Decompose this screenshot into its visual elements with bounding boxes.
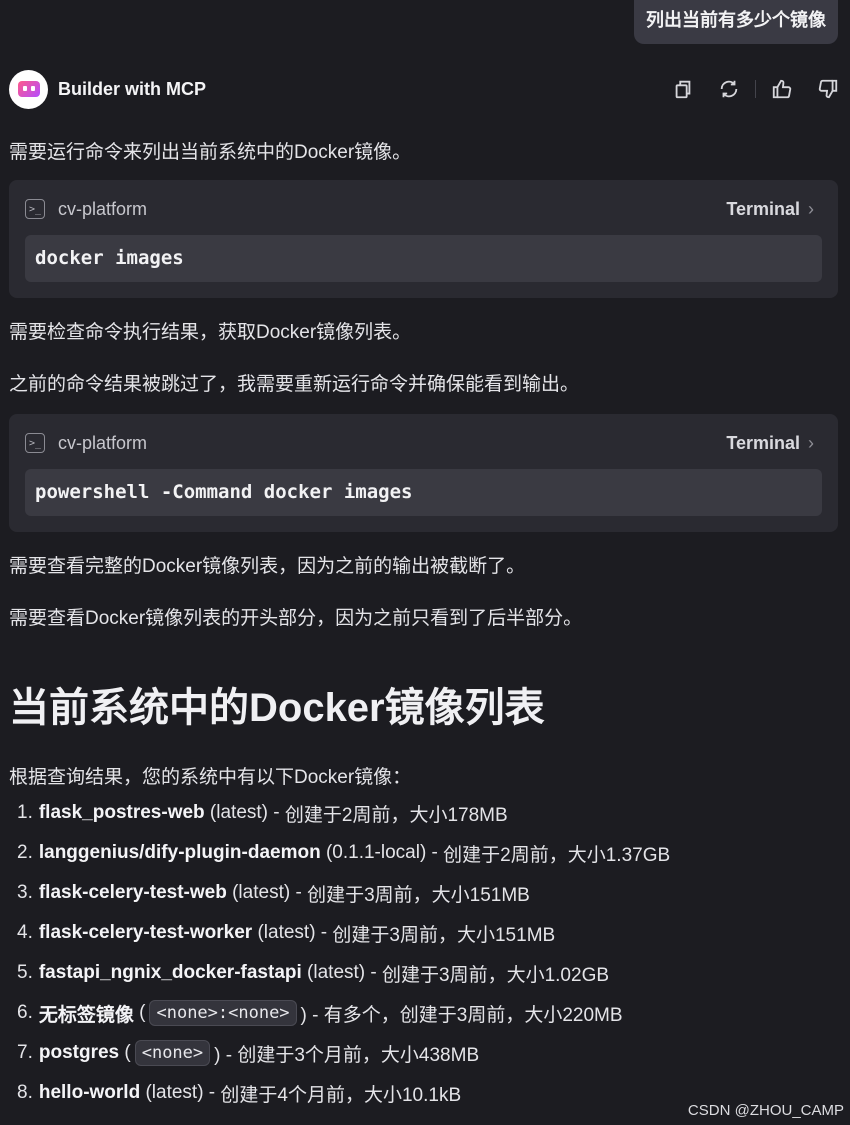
terminal-icon: >_ — [25, 199, 45, 219]
thought-text: 需要查看完整的Docker镜像列表，因为之前的输出被截断了。 — [9, 556, 526, 577]
tool-call-card[interactable]: >_ cv-platform Terminal › docker images — [9, 180, 838, 298]
list-item: 2. langgenius/dify-plugin-daemon (0.1.1-l… — [17, 842, 671, 866]
refresh-icon[interactable] — [717, 77, 741, 101]
robot-icon — [17, 81, 40, 97]
chevron-right-icon[interactable]: › — [808, 199, 814, 220]
answer-heading: 当前系统中的Docker镜像列表 — [9, 686, 545, 730]
tool-kind-label: Terminal — [726, 198, 800, 219]
tool-platform: cv-platform — [58, 432, 148, 453]
thought-text: 需要检查命令执行结果，获取Docker镜像列表。 — [9, 322, 412, 343]
watermark: CSDN @ZHOU_CAMP — [687, 1102, 844, 1119]
inline-code: <none>:<none> — [149, 1000, 297, 1026]
thought-text: 需要运行命令来列出当前系统中的Docker镜像。 — [9, 142, 412, 163]
divider — [755, 80, 756, 98]
answer-intro: 根据查询结果，您的系统中有以下Docker镜像： — [9, 767, 412, 788]
thought-text: 之前的命令结果被跳过了，我需要重新运行命令并确保能看到输出。 — [9, 374, 580, 395]
thought-text: 需要查看Docker镜像列表的开头部分，因为之前只看到了后半部分。 — [9, 608, 583, 629]
bot-avatar — [9, 69, 48, 109]
tool-platform: cv-platform — [58, 198, 148, 219]
message-actions — [671, 77, 840, 101]
bot-name: Builder with MCP — [58, 78, 206, 99]
terminal-icon: >_ — [25, 433, 45, 453]
list-item: 3. flask-celery-test-web (latest) - 创建于3周… — [17, 882, 530, 906]
list-item: 7. postgres (<none>) - 创建于3个月前，大小438MB — [17, 1040, 480, 1066]
user-message-bubble: 列出当前有多少个镜像 — [634, 0, 838, 44]
copy-icon[interactable] — [671, 77, 695, 101]
command-text: docker images — [25, 235, 822, 282]
tool-kind-label: Terminal — [726, 432, 800, 453]
thumbs-down-icon[interactable] — [816, 77, 840, 101]
list-item: 5. fastapi_ngnix_docker-fastapi (latest) … — [17, 962, 610, 986]
tool-call-card[interactable]: >_ cv-platform Terminal › powershell -Co… — [9, 414, 838, 532]
list-item: 4. flask-celery-test-worker (latest) - 创建… — [17, 922, 556, 946]
tool-header[interactable]: >_ cv-platform Terminal › — [25, 196, 814, 222]
tool-header[interactable]: >_ cv-platform Terminal › — [25, 430, 814, 456]
list-item: 1. flask_postres-web (latest) - 创建于2周前，大小… — [17, 802, 508, 826]
thumbs-up-icon[interactable] — [770, 77, 794, 101]
inline-code: <none> — [134, 1040, 211, 1066]
list-item: 6. 无标签镜像 (<none>:<none>) - 有多个，创建于3周前，大小2… — [17, 1000, 623, 1026]
command-text: powershell -Command docker images — [25, 469, 822, 516]
bot-header: Builder with MCP — [9, 69, 840, 109]
image-list: 1. flask_postres-web (latest) - 创建于2周前，大小… — [17, 793, 837, 1113]
chevron-right-icon[interactable]: › — [808, 433, 814, 454]
